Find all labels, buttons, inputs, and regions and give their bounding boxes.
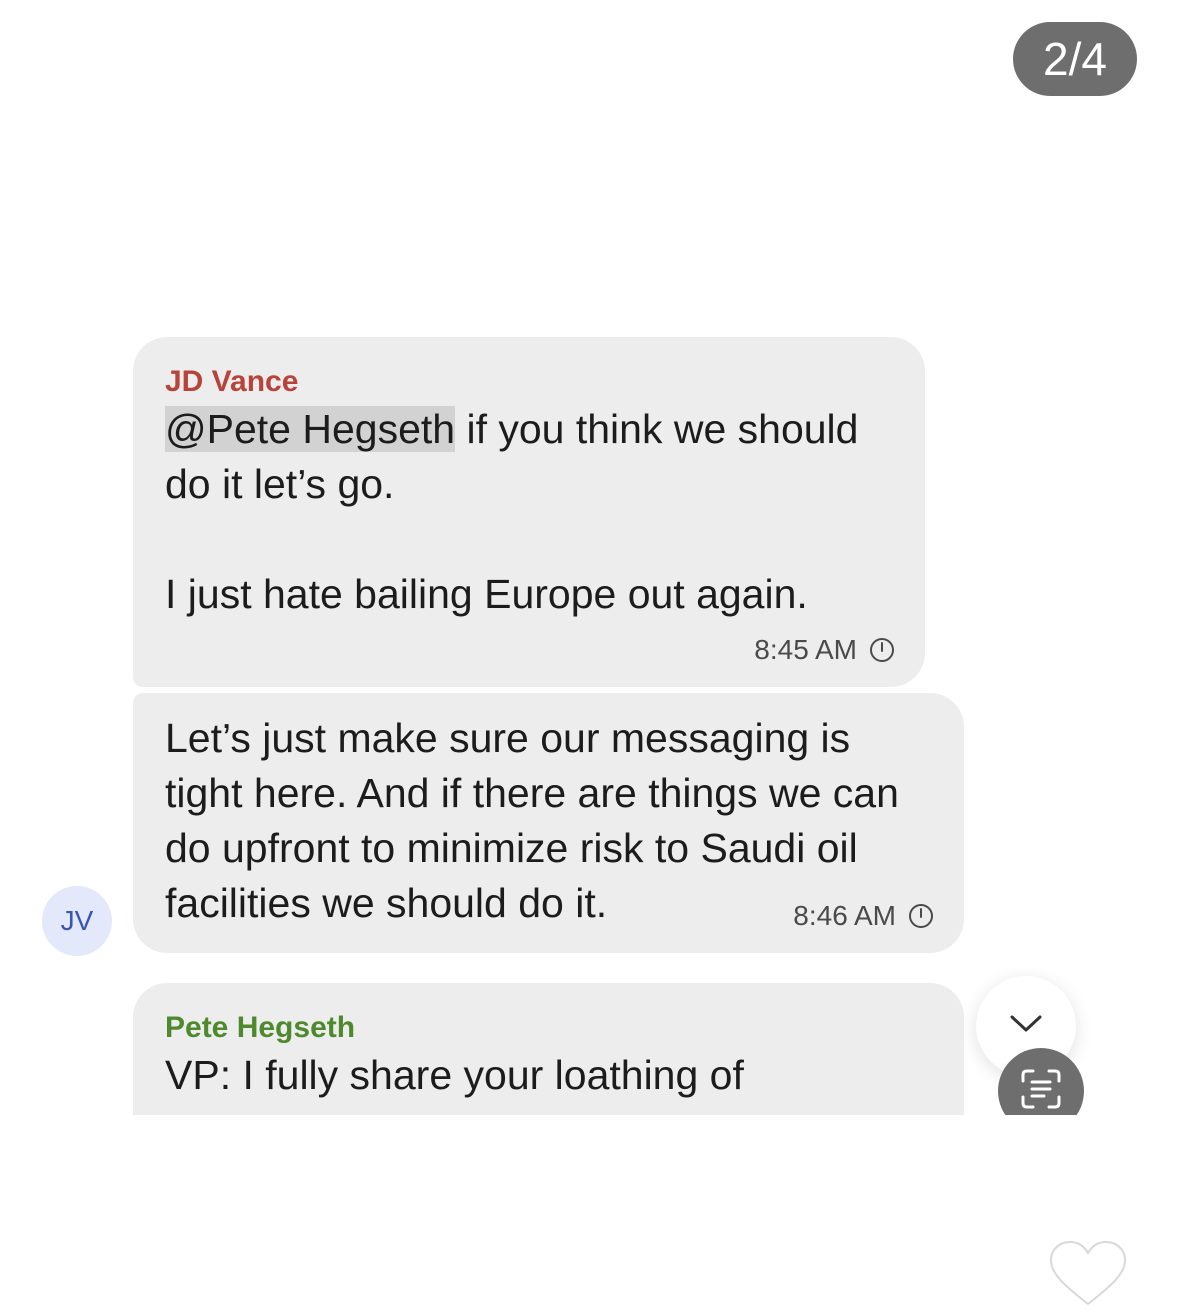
message-text: Let’s just make sure our messaging is — [165, 715, 851, 761]
like-button[interactable] — [1045, 1238, 1131, 1310]
heart-icon — [1045, 1239, 1131, 1314]
message-time: 8:45 AM — [754, 634, 857, 665]
chevron-down-icon — [1008, 1013, 1044, 1040]
message-time: 8:46 AM — [793, 900, 896, 931]
message-text: tight here. And if there are things we c… — [165, 770, 899, 816]
message-meta: 8:45 AM — [754, 634, 895, 666]
text-scan-icon — [1019, 1067, 1063, 1116]
message-text: do it let’s go. — [165, 461, 395, 507]
message-bubble[interactable]: JD Vance @Pete Hegseth if you think we s… — [133, 337, 925, 687]
message-text: do upfront to minimize risk to Saudi oil — [165, 825, 858, 871]
sender-name: JD Vance — [165, 365, 299, 398]
page-counter: 2/4 — [1013, 22, 1137, 96]
message-text-segment: if you think we should — [455, 406, 859, 452]
timer-icon — [908, 903, 934, 929]
message-text: @Pete Hegseth if you think we should — [165, 402, 893, 457]
chat-area: JD Vance @Pete Hegseth if you think we s… — [0, 330, 1179, 1115]
message-meta: 8:46 AM — [793, 900, 934, 932]
message-bubble[interactable]: Let’s just make sure our messaging is ti… — [133, 693, 964, 953]
mention-link[interactable]: @Pete Hegseth — [165, 406, 456, 452]
message-text: VP: I fully share your loathing of — [165, 1052, 744, 1098]
sender-name: Pete Hegseth — [165, 1011, 356, 1044]
timer-icon — [869, 637, 895, 663]
avatar[interactable]: JV — [42, 886, 112, 956]
message-bubble[interactable]: Pete Hegseth VP: I fully share your loat… — [133, 983, 964, 1115]
message-text: I just hate bailing Europe out again. — [165, 571, 808, 617]
